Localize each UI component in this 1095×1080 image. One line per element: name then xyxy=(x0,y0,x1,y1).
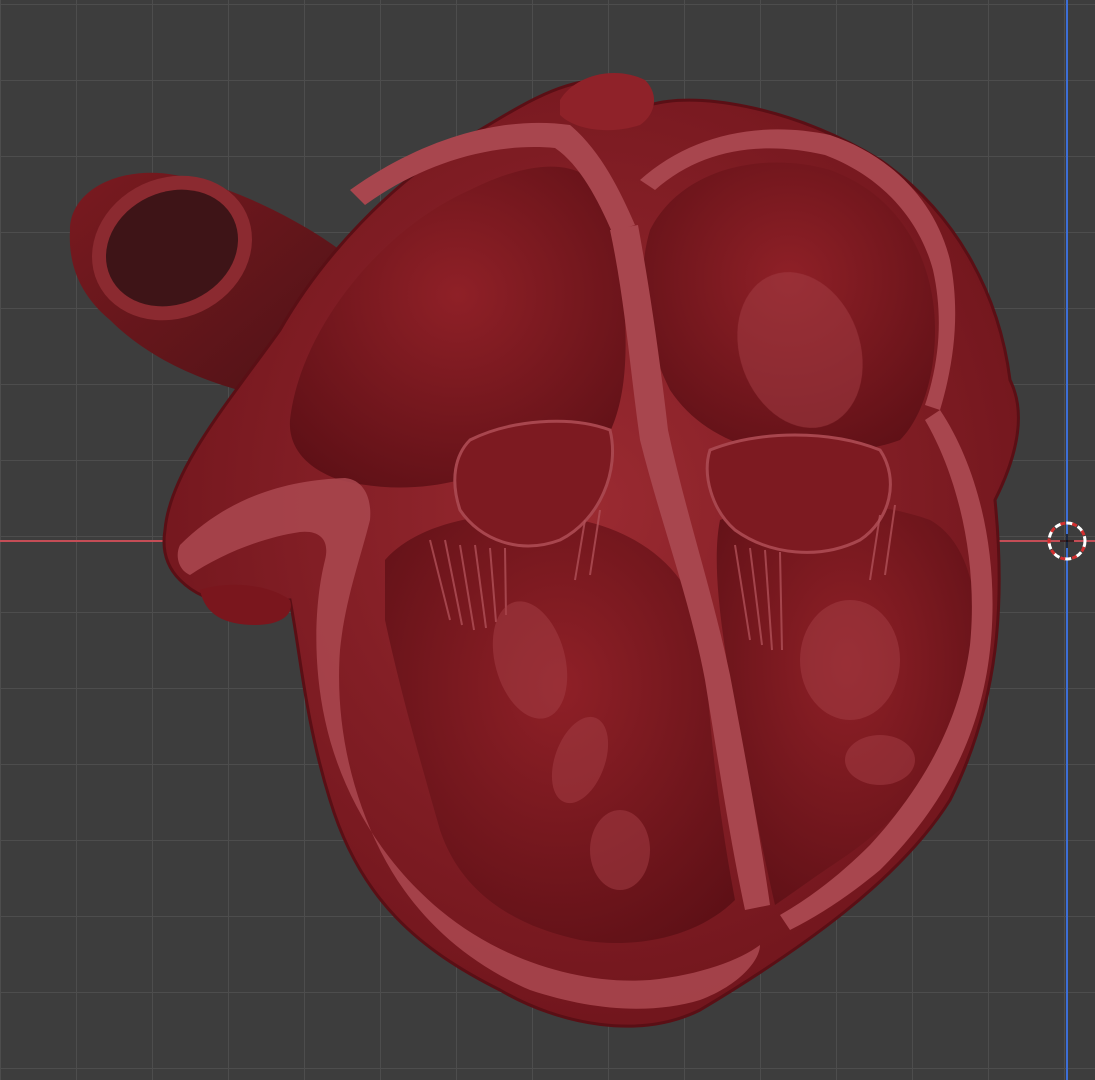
3d-viewport[interactable] xyxy=(0,0,1095,1080)
viewport-canvas[interactable] xyxy=(0,0,1095,1080)
